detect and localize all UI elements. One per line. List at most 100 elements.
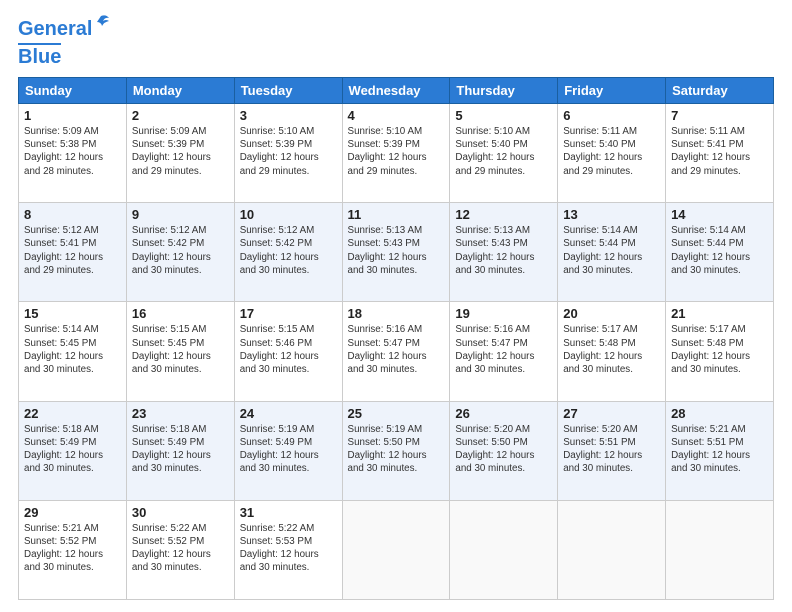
- col-header-sunday: Sunday: [19, 78, 127, 104]
- day-info: Sunrise: 5:19 AMSunset: 5:50 PMDaylight:…: [348, 423, 445, 476]
- week-row-1: 1Sunrise: 5:09 AMSunset: 5:38 PMDaylight…: [19, 104, 774, 203]
- day-info: Sunrise: 5:14 AMSunset: 5:45 PMDaylight:…: [24, 323, 121, 376]
- col-header-monday: Monday: [126, 78, 234, 104]
- day-info: Sunrise: 5:17 AMSunset: 5:48 PMDaylight:…: [563, 323, 660, 376]
- calendar-cell: [558, 500, 666, 599]
- calendar-cell: 13 Sunrise: 5:14 AMSunset: 5:44 PMDayligh…: [558, 203, 666, 302]
- day-number: 26: [455, 406, 552, 421]
- day-info: Sunrise: 5:10 AMSunset: 5:39 PMDaylight:…: [240, 125, 337, 178]
- day-number: 2: [132, 108, 229, 123]
- day-info: Sunrise: 5:16 AMSunset: 5:47 PMDaylight:…: [348, 323, 445, 376]
- calendar-cell: 24Sunrise: 5:19 AMSunset: 5:49 PMDayligh…: [234, 401, 342, 500]
- day-number: 8: [24, 207, 121, 222]
- week-row-3: 15 Sunrise: 5:14 AMSunset: 5:45 PMDayligh…: [19, 302, 774, 401]
- calendar-cell: 31 Sunrise: 5:22 AMSunset: 5:53 PMDayligh…: [234, 500, 342, 599]
- calendar-cell: [450, 500, 558, 599]
- day-info: Sunrise: 5:14 AMSunset: 5:44 PMDaylight:…: [671, 224, 768, 277]
- calendar-cell: 5Sunrise: 5:10 AMSunset: 5:40 PMDaylight…: [450, 104, 558, 203]
- calendar-cell: 6 Sunrise: 5:11 AMSunset: 5:40 PMDaylight…: [558, 104, 666, 203]
- day-info: Sunrise: 5:12 AMSunset: 5:42 PMDaylight:…: [132, 224, 229, 277]
- day-info: Sunrise: 5:11 AMSunset: 5:40 PMDaylight:…: [563, 125, 660, 178]
- day-info: Sunrise: 5:22 AMSunset: 5:52 PMDaylight:…: [132, 522, 229, 575]
- day-number: 25: [348, 406, 445, 421]
- day-number: 23: [132, 406, 229, 421]
- calendar-cell: 21Sunrise: 5:17 AMSunset: 5:48 PMDayligh…: [666, 302, 774, 401]
- day-info: Sunrise: 5:14 AMSunset: 5:44 PMDaylight:…: [563, 224, 660, 277]
- calendar-body: 1Sunrise: 5:09 AMSunset: 5:38 PMDaylight…: [19, 104, 774, 600]
- header: General Blue: [18, 18, 774, 69]
- calendar-cell: [342, 500, 450, 599]
- day-number: 21: [671, 306, 768, 321]
- logo-bird-icon: [92, 14, 110, 34]
- day-info: Sunrise: 5:12 AMSunset: 5:42 PMDaylight:…: [240, 224, 337, 277]
- day-info: Sunrise: 5:22 AMSunset: 5:53 PMDaylight:…: [240, 522, 337, 575]
- calendar-table: SundayMondayTuesdayWednesdayThursdayFrid…: [18, 77, 774, 600]
- day-info: Sunrise: 5:20 AMSunset: 5:50 PMDaylight:…: [455, 423, 552, 476]
- day-info: Sunrise: 5:13 AMSunset: 5:43 PMDaylight:…: [348, 224, 445, 277]
- day-info: Sunrise: 5:18 AMSunset: 5:49 PMDaylight:…: [132, 423, 229, 476]
- page: General Blue SundayMondayTuesdayWednesda…: [0, 0, 792, 612]
- logo-general: General: [18, 18, 92, 40]
- day-number: 7: [671, 108, 768, 123]
- calendar-cell: [666, 500, 774, 599]
- day-number: 10: [240, 207, 337, 222]
- day-info: Sunrise: 5:09 AMSunset: 5:39 PMDaylight:…: [132, 125, 229, 178]
- day-number: 17: [240, 306, 337, 321]
- calendar-cell: 18 Sunrise: 5:16 AMSunset: 5:47 PMDayligh…: [342, 302, 450, 401]
- day-info: Sunrise: 5:11 AMSunset: 5:41 PMDaylight:…: [671, 125, 768, 178]
- day-number: 18: [348, 306, 445, 321]
- day-info: Sunrise: 5:10 AMSunset: 5:39 PMDaylight:…: [348, 125, 445, 178]
- day-number: 9: [132, 207, 229, 222]
- calendar-cell: 22 Sunrise: 5:18 AMSunset: 5:49 PMDayligh…: [19, 401, 127, 500]
- calendar-cell: 16Sunrise: 5:15 AMSunset: 5:45 PMDayligh…: [126, 302, 234, 401]
- day-number: 15: [24, 306, 121, 321]
- col-header-thursday: Thursday: [450, 78, 558, 104]
- day-number: 4: [348, 108, 445, 123]
- day-info: Sunrise: 5:10 AMSunset: 5:40 PMDaylight:…: [455, 125, 552, 178]
- calendar-cell: 14 Sunrise: 5:14 AMSunset: 5:44 PMDayligh…: [666, 203, 774, 302]
- day-number: 28: [671, 406, 768, 421]
- calendar-cell: 4 Sunrise: 5:10 AMSunset: 5:39 PMDaylight…: [342, 104, 450, 203]
- day-number: 29: [24, 505, 121, 520]
- col-header-saturday: Saturday: [666, 78, 774, 104]
- calendar-cell: 11 Sunrise: 5:13 AMSunset: 5:43 PMDayligh…: [342, 203, 450, 302]
- day-number: 6: [563, 108, 660, 123]
- day-info: Sunrise: 5:21 AMSunset: 5:51 PMDaylight:…: [671, 423, 768, 476]
- day-number: 19: [455, 306, 552, 321]
- day-info: Sunrise: 5:20 AMSunset: 5:51 PMDaylight:…: [563, 423, 660, 476]
- day-number: 12: [455, 207, 552, 222]
- calendar-cell: 28 Sunrise: 5:21 AMSunset: 5:51 PMDayligh…: [666, 401, 774, 500]
- logo-blue: Blue: [18, 43, 61, 69]
- day-number: 14: [671, 207, 768, 222]
- week-row-2: 8 Sunrise: 5:12 AMSunset: 5:41 PMDaylight…: [19, 203, 774, 302]
- day-number: 1: [24, 108, 121, 123]
- calendar-cell: 2 Sunrise: 5:09 AMSunset: 5:39 PMDaylight…: [126, 104, 234, 203]
- day-info: Sunrise: 5:21 AMSunset: 5:52 PMDaylight:…: [24, 522, 121, 575]
- week-row-4: 22 Sunrise: 5:18 AMSunset: 5:49 PMDayligh…: [19, 401, 774, 500]
- calendar-cell: 26 Sunrise: 5:20 AMSunset: 5:50 PMDayligh…: [450, 401, 558, 500]
- day-number: 22: [24, 406, 121, 421]
- day-info: Sunrise: 5:13 AMSunset: 5:43 PMDaylight:…: [455, 224, 552, 277]
- calendar-cell: 27Sunrise: 5:20 AMSunset: 5:51 PMDayligh…: [558, 401, 666, 500]
- col-header-tuesday: Tuesday: [234, 78, 342, 104]
- calendar-cell: 10 Sunrise: 5:12 AMSunset: 5:42 PMDayligh…: [234, 203, 342, 302]
- day-number: 13: [563, 207, 660, 222]
- calendar-cell: 17 Sunrise: 5:15 AMSunset: 5:46 PMDayligh…: [234, 302, 342, 401]
- day-number: 20: [563, 306, 660, 321]
- day-info: Sunrise: 5:12 AMSunset: 5:41 PMDaylight:…: [24, 224, 121, 277]
- calendar-cell: 1Sunrise: 5:09 AMSunset: 5:38 PMDaylight…: [19, 104, 127, 203]
- day-number: 11: [348, 207, 445, 222]
- calendar-cell: 3Sunrise: 5:10 AMSunset: 5:39 PMDaylight…: [234, 104, 342, 203]
- calendar-cell: 30Sunrise: 5:22 AMSunset: 5:52 PMDayligh…: [126, 500, 234, 599]
- day-info: Sunrise: 5:18 AMSunset: 5:49 PMDaylight:…: [24, 423, 121, 476]
- day-info: Sunrise: 5:16 AMSunset: 5:47 PMDaylight:…: [455, 323, 552, 376]
- calendar-cell: 20 Sunrise: 5:17 AMSunset: 5:48 PMDayligh…: [558, 302, 666, 401]
- day-info: Sunrise: 5:15 AMSunset: 5:46 PMDaylight:…: [240, 323, 337, 376]
- day-number: 16: [132, 306, 229, 321]
- day-number: 31: [240, 505, 337, 520]
- calendar-cell: 7 Sunrise: 5:11 AMSunset: 5:41 PMDaylight…: [666, 104, 774, 203]
- calendar-cell: 25 Sunrise: 5:19 AMSunset: 5:50 PMDayligh…: [342, 401, 450, 500]
- calendar-cell: 29 Sunrise: 5:21 AMSunset: 5:52 PMDayligh…: [19, 500, 127, 599]
- col-header-friday: Friday: [558, 78, 666, 104]
- calendar-cell: 23 Sunrise: 5:18 AMSunset: 5:49 PMDayligh…: [126, 401, 234, 500]
